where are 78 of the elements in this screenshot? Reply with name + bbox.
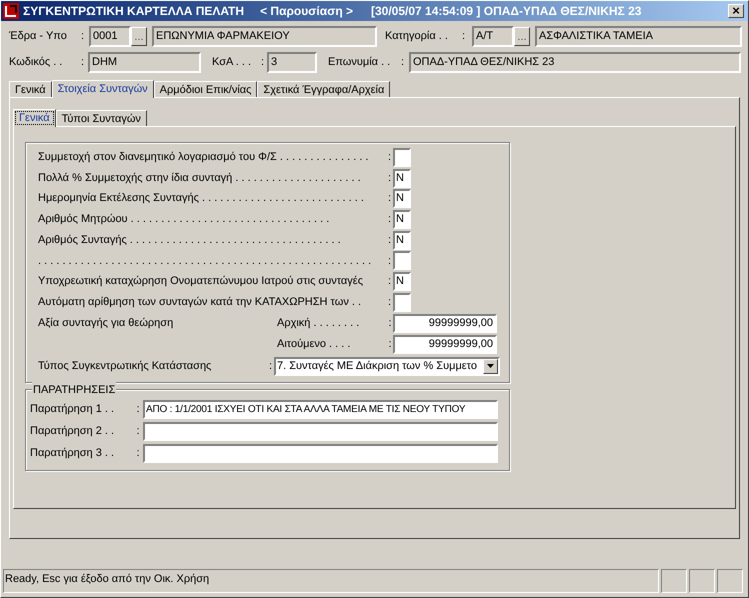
colon: :: [386, 274, 392, 290]
setting-label: Συμμετοχή στον διανεμητικό λογαριασμό του Φ/Σ . . . . . . . . . . . . . . .: [38, 150, 370, 166]
field-label: Αρχική . . . . . . . .: [277, 316, 360, 331]
tab[interactable]: Στοιχεία Συνταγών: [52, 80, 154, 98]
setting-label: Τύπος Συγκεντρωτικής Κατάστασης: [38, 358, 212, 374]
colon: :: [401, 55, 406, 70]
lookup-button[interactable]: ...: [131, 27, 147, 46]
flag-field[interactable]: [393, 292, 411, 312]
tab[interactable]: Γενικά: [9, 81, 52, 97]
colon: :: [386, 191, 392, 206]
colon: :: [387, 316, 393, 331]
status-panel: [689, 569, 715, 593]
text-field[interactable]: DHM: [88, 52, 201, 73]
flag-field[interactable]: N: [393, 210, 411, 229]
dropdown-value: 7. Συνταγές ΜΕ Διάκριση των % Συμμετο: [276, 358, 478, 374]
flag-field[interactable]: [393, 251, 411, 270]
remark-field[interactable]: [143, 444, 498, 463]
flag-field[interactable]: N: [393, 189, 411, 208]
colon: :: [81, 29, 86, 44]
field-label: ΚσΑ . . .: [212, 55, 252, 70]
setting-label: Αξία συνταγής για θεώρηση: [38, 316, 174, 331]
tab[interactable]: Γενικά: [13, 109, 56, 127]
status-panel: [717, 569, 743, 593]
colon: :: [387, 336, 393, 352]
text-field[interactable]: ΕΠΩΝΥΜΙΑ ΦΑΡΜΑΚΕΙΟΥ: [152, 26, 377, 47]
setting-label: Αυτόματη αρίθμηση των συνταγών κατά την ΚΑΤΑΧΩΡΗΣΗ των . .: [38, 294, 362, 310]
status-panel: [661, 569, 687, 593]
colon: :: [268, 358, 274, 374]
remark-field[interactable]: ΑΠΟ : 1/1/2001 ΙΣΧΥΕΙ ΟΤΙ ΚΑΙ ΣΤΑ ΑΛΛΑ ΤΑΜΕΙΑ ΜΕ ΤΙΣ ΝΕΟΥ ΤΥΠΟΥ: [143, 400, 498, 419]
app-logo-icon: [3, 3, 19, 19]
colon: :: [386, 294, 392, 310]
field-label: Κωδικός . .: [9, 55, 64, 70]
flag-field[interactable]: N: [393, 272, 411, 291]
setting-label: . . . . . . . . . . . . . . . . . . . . . . . . . . . . . . . . . . . . . . . . . . . . . . . . . . . . . . .: [38, 254, 372, 269]
field-label: Αιτούμενο . . . .: [277, 336, 352, 352]
window-info: [30/05/07 14:54:09 ] ΟΠΑΔ-ΥΠΑΔ ΘΕΣ/ΝΙΚΗΣ 23: [371, 3, 642, 20]
colon: :: [386, 170, 392, 186]
colon: :: [386, 254, 392, 269]
text-field[interactable]: ΟΠΑΔ-ΥΠΑΔ ΘΕΣ/ΝΙΚΗΣ 23: [409, 52, 741, 73]
colon: :: [81, 55, 86, 70]
setting-label: Υποχρεωτική καταχώρηση Ονοματεπώνυμου Ιατρού στις συνταγές: [38, 274, 364, 290]
flag-field[interactable]: [393, 148, 411, 167]
colon: :: [135, 402, 141, 418]
tab[interactable]: Σχετικά Έγγραφα/Αρχεία: [257, 81, 390, 97]
field-label: Παρατήρηση 1 . .: [30, 402, 116, 418]
text-field[interactable]: ΑΣΦΑΛΙΣΤΙΚΑ ΤΑΜΕΙΑ: [535, 26, 742, 47]
colon: :: [386, 150, 392, 166]
setting-label: Αριθμός Συνταγής . . . . . . . . . . . . . . . . . . . . . . . . . . . . . . . . . . .: [38, 232, 342, 248]
setting-label: Ημερομηνία Εκτέλεσης Συνταγής . . . . . . . . . . . . . . . . . . . . . . . . . . .: [38, 191, 365, 206]
status-text: Ready, Esc για έξοδο από την Οικ. Χρήση: [3, 569, 659, 593]
colon: :: [462, 29, 466, 44]
remark-field[interactable]: [143, 422, 498, 441]
text-field[interactable]: Α/Τ: [472, 26, 514, 47]
field-label: Έδρα - Υπο: [9, 29, 68, 44]
field-label: Παρατήρηση 3 . .: [30, 446, 116, 462]
amount-field[interactable]: 99999999,00: [393, 334, 497, 354]
tab[interactable]: Αρμόδιοι Επικ/νίας: [154, 81, 258, 97]
colon: :: [386, 232, 392, 248]
colon: :: [261, 55, 266, 70]
setting-label: Αριθμός Μητρώου . . . . . . . . . . . . . . . . . . . . . . . . . . . . . . . . .: [38, 212, 330, 228]
colon: :: [135, 424, 141, 440]
amount-field[interactable]: 99999999,00: [393, 314, 497, 332]
field-label: Παρατήρηση 2 . .: [30, 424, 116, 440]
tab[interactable]: Τύποι Συνταγών: [56, 110, 147, 126]
field-label: Επωνυμία . .: [328, 55, 392, 70]
colon: :: [135, 446, 141, 462]
window-title: ΣΥΓΚΕΝΤΡΩΤΙΚΗ ΚΑΡΤΕΛΛΑ ΠΕΛΑΤΗ: [23, 3, 244, 20]
lookup-button[interactable]: ...: [514, 27, 530, 46]
close-button[interactable]: ×: [728, 4, 744, 18]
setting-label: Πολλά % Συμμετοχής στην ίδια συνταγή . . . . . . . . . . . . . . . . . . . . .: [38, 170, 362, 186]
text-field[interactable]: 3: [267, 52, 317, 73]
window-mode: < Παρουσίαση >: [260, 3, 353, 20]
flag-field[interactable]: N: [393, 230, 411, 250]
field-label: Κατηγορία . .: [385, 29, 449, 44]
dropdown[interactable]: 7. Συνταγές ΜΕ Διάκριση των % Συμμετο: [274, 356, 500, 376]
text-field[interactable]: 0001: [89, 26, 131, 47]
flag-field[interactable]: N: [393, 168, 411, 188]
colon: :: [386, 212, 392, 228]
